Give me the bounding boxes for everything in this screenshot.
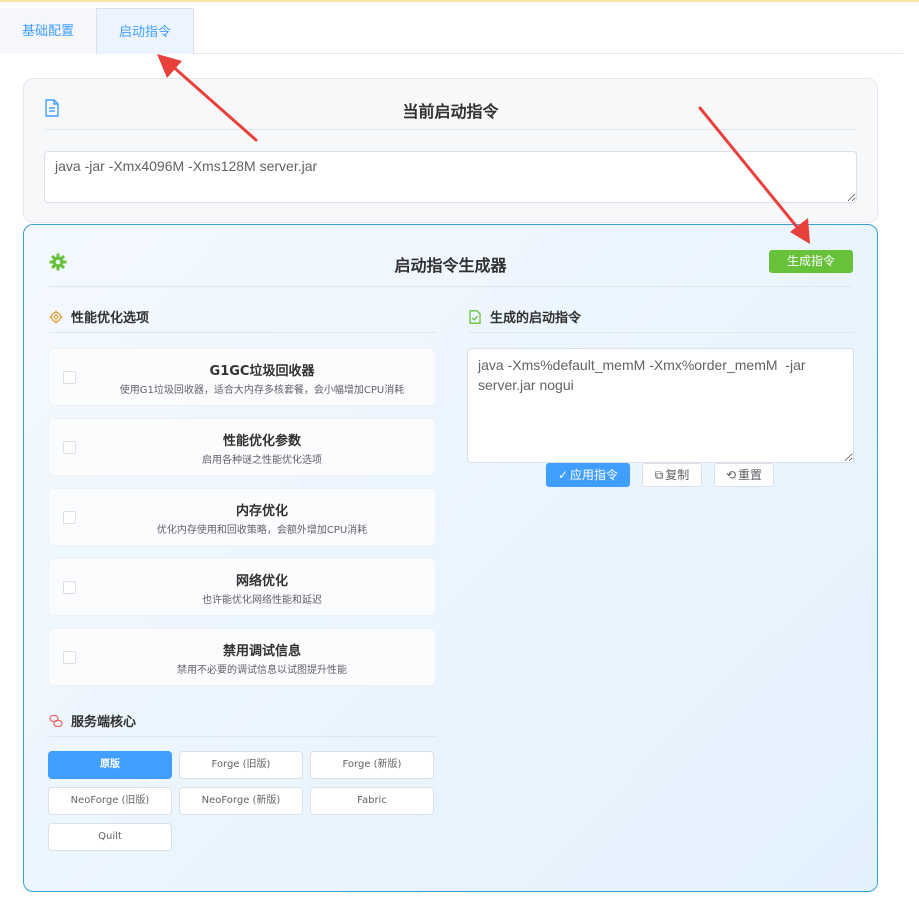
- disable-debug-checkbox[interactable]: [63, 651, 76, 664]
- option-title: 性能优化参数: [222, 434, 301, 449]
- option-title: 内存优化: [235, 504, 288, 519]
- option-title: 网络优化: [235, 574, 288, 589]
- core-quilt-button[interactable]: Quilt: [48, 823, 172, 851]
- divider: [44, 129, 857, 130]
- link-icon: [49, 714, 63, 728]
- network-checkbox[interactable]: [63, 581, 76, 594]
- file-check-icon: [469, 310, 481, 324]
- core-section-heading: 服务端核心: [49, 711, 136, 730]
- generator-title: 启动指令生成器: [394, 256, 507, 275]
- option-title: 禁用调试信息: [222, 644, 301, 659]
- option-disable-debug[interactable]: 禁用调试信息 禁用不必要的调试信息以试图提升性能: [48, 628, 436, 686]
- cog-outline-icon: [49, 310, 63, 324]
- perf-section-heading: 性能优化选项: [49, 307, 149, 326]
- option-description: 优化内存使用和回收策略，会额外增加CPU消耗: [156, 525, 368, 536]
- option-description: 启用各种谜之性能优化选项: [202, 455, 322, 466]
- perf-section-label: 性能优化选项: [71, 311, 150, 326]
- option-description: 也许能优化网络性能和延迟: [202, 595, 322, 606]
- core-forge-new-button[interactable]: Forge (新版): [310, 751, 434, 779]
- core-fabric-button[interactable]: Fabric: [310, 787, 434, 815]
- command-generator-card: 启动指令生成器 生成指令 性能优化选项 G1GC垃圾回收器 使用G1垃圾回收器，…: [23, 224, 878, 892]
- reset-button[interactable]: ⟲ 重置: [714, 463, 774, 487]
- current-command-input[interactable]: [44, 151, 857, 203]
- apply-label: 应用指令: [570, 468, 619, 482]
- generate-command-button[interactable]: 生成指令: [769, 250, 853, 273]
- g1gc-checkbox[interactable]: [63, 371, 76, 384]
- option-title: G1GC垃圾回收器: [209, 364, 315, 379]
- tab-bar: 基础配置 启动指令: [0, 8, 903, 54]
- core-vanilla-button[interactable]: 原版: [48, 751, 172, 779]
- output-section-label: 生成的启动指令: [490, 311, 582, 326]
- generated-command-input[interactable]: [467, 348, 854, 463]
- divider: [49, 286, 852, 287]
- apply-command-button[interactable]: ✓ 应用指令: [546, 463, 630, 487]
- refresh-icon: ⟲: [725, 468, 737, 482]
- performance-checkbox[interactable]: [63, 441, 76, 454]
- copy-icon: ⧉: [654, 468, 664, 482]
- tab-basic-config[interactable]: 基础配置: [0, 8, 96, 54]
- copy-button[interactable]: ⧉ 复制: [642, 463, 702, 487]
- divider: [49, 736, 437, 737]
- divider: [468, 332, 854, 333]
- core-forge-old-button[interactable]: Forge (旧版): [179, 751, 303, 779]
- output-section-heading: 生成的启动指令: [468, 307, 581, 326]
- copy-label: 复制: [665, 468, 690, 482]
- reset-label: 重置: [738, 468, 763, 482]
- option-description: 使用G1垃圾回收器，适合大内存多核套餐，会小幅增加CPU消耗: [119, 385, 405, 396]
- option-network[interactable]: 网络优化 也许能优化网络性能和延迟: [48, 558, 436, 616]
- option-description: 禁用不必要的调试信息以试图提升性能: [177, 665, 347, 676]
- tab-launch-command[interactable]: 启动指令: [96, 8, 194, 54]
- current-command-title: 当前启动指令: [402, 102, 499, 121]
- current-command-card: 当前启动指令: [23, 78, 878, 223]
- memory-checkbox[interactable]: [63, 511, 76, 524]
- check-icon: ✓: [557, 468, 569, 482]
- core-neoforge-new-button[interactable]: NeoForge (新版): [179, 787, 303, 815]
- option-performance[interactable]: 性能优化参数 启用各种谜之性能优化选项: [48, 418, 436, 476]
- divider: [49, 332, 437, 333]
- option-g1gc[interactable]: G1GC垃圾回收器 使用G1垃圾回收器，适合大内存多核套餐，会小幅增加CPU消耗: [48, 348, 436, 406]
- core-neoforge-old-button[interactable]: NeoForge (旧版): [48, 787, 172, 815]
- option-memory[interactable]: 内存优化 优化内存使用和回收策略，会额外增加CPU消耗: [48, 488, 436, 546]
- core-section-label: 服务端核心: [71, 715, 137, 730]
- top-warning-line: [0, 0, 919, 2]
